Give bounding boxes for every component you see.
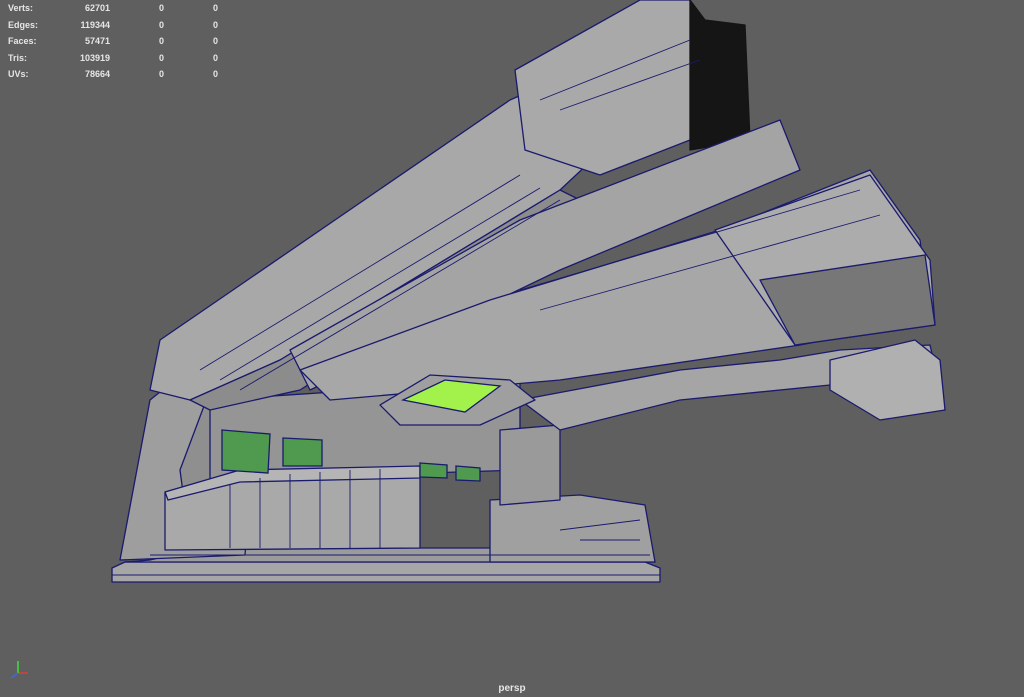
view-axis-icon [10, 661, 28, 679]
base-platform [111, 561, 661, 583]
top-hood [514, 0, 721, 176]
monitor-screen [419, 462, 448, 479]
right-support-column [499, 424, 561, 506]
viewport-3d-scene[interactable] [0, 0, 1024, 697]
monitor-screen [455, 465, 481, 482]
top-hood-shadow [689, 0, 751, 151]
monitor-screen [221, 429, 271, 474]
camera-name-label: persp [498, 683, 526, 694]
monitor-screen [282, 437, 323, 467]
